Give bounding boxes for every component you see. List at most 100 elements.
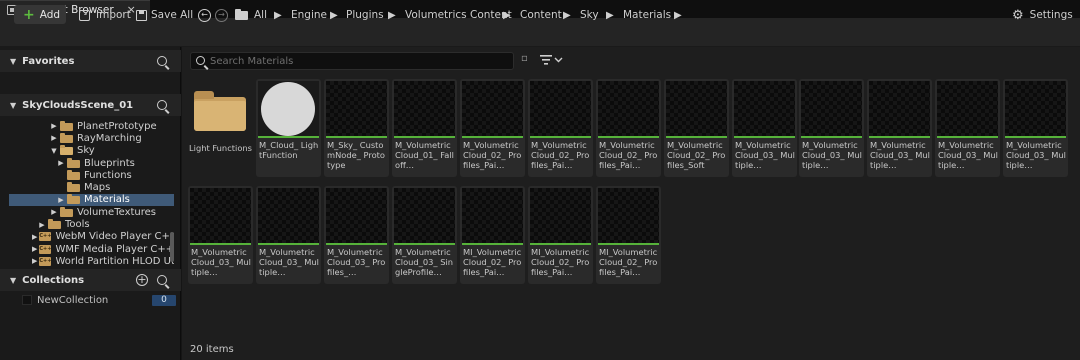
sources-panel: ▼ Favorites ▼ SkyCloudsScene_01 ▶ Planet… [0,47,181,360]
asset-tile-folder[interactable]: Light Functions [188,79,253,177]
tree-item-wmf-media-player[interactable]: ▶ C++ WMF Media Player C++ [9,243,174,255]
tree-item-blueprints[interactable]: ▶ Blueprints [9,157,174,169]
chevron-right-icon[interactable]: ▶ [330,8,338,22]
collection-checkbox[interactable] [22,295,32,305]
asset-type-bar [530,243,591,245]
asset-type-bar [666,136,727,138]
add-collection-icon[interactable]: + [136,274,148,286]
collections-header[interactable]: ▼ Collections [0,269,181,291]
chevron-right-icon[interactable]: ▶ [606,8,614,22]
folder-icon [67,169,80,180]
asset-type-bar [462,136,523,138]
forward-button[interactable]: → [215,8,228,22]
tree-item-volumetextures[interactable]: ▶ VolumeTextures [9,206,174,218]
asset-tile[interactable]: M_Sky_ CustomNode_ Prototype [324,79,389,177]
save-all-button[interactable]: Save All [136,8,193,22]
tree-item-label: Materials [84,194,130,206]
filter-icon [540,55,563,65]
scrollbar-thumb[interactable] [170,232,174,262]
import-button[interactable]: Import [79,8,131,22]
asset-tile[interactable]: M_Cloud_ LightFunction [256,79,321,177]
asset-tile[interactable]: M_Volumetric Cloud_03_ Multiple… [188,186,253,284]
folder-icon [60,120,73,131]
asset-name: M_Volumetric Cloud_03_ Multiple… [802,140,862,170]
tree-item-materials[interactable]: ▶ Materials [9,193,174,207]
chevron-right-icon[interactable]: ▶ [57,196,65,204]
search-icon[interactable] [157,275,167,285]
breadcrumb-materials[interactable]: Materials [623,8,671,22]
chevron-right-icon[interactable]: ▶ [38,221,46,229]
asset-name: M_Volumetric Cloud_03_ Multiple… [735,140,795,170]
favorites-header[interactable]: ▼ Favorites [0,50,181,72]
asset-tile[interactable]: M_Volumetric Cloud_03_ Multiple… [256,186,321,284]
asset-tile[interactable]: M_Volumetric Cloud_03_ Profiles_… [324,186,389,284]
chevron-right-icon[interactable]: ▶ [674,8,682,22]
breadcrumb-plugins[interactable]: Plugins [346,8,384,22]
tree-item-maps[interactable]: Maps [9,181,174,193]
breadcrumb-all[interactable]: All [254,8,267,22]
chevron-right-icon[interactable]: ▶ [503,8,511,22]
asset-tile[interactable]: M_Volumetric Cloud_03_ Multiple… [935,79,1000,177]
breadcrumb-sky[interactable]: Sky [580,8,599,22]
chevron-right-icon[interactable]: ▶ [32,245,37,253]
collection-item[interactable]: NewCollection 0 [0,293,181,307]
breadcrumb-volumetrics-content[interactable]: Volumetrics Content [405,8,512,22]
chevron-down-icon[interactable]: ▼ [50,147,58,155]
chevron-right-icon[interactable]: ▶ [32,233,37,241]
breadcrumb-content[interactable]: Content [520,8,562,22]
collapse-triangle-icon: ▼ [10,275,17,285]
chevron-right-icon[interactable]: ▶ [50,134,58,142]
add-button[interactable]: + Add [14,5,66,24]
asset-tile[interactable]: M_Volumetric Cloud_03_ Multiple… [1003,79,1068,177]
tree-item-functions[interactable]: Functions [9,169,174,181]
asset-thumbnail [598,81,659,136]
asset-tile[interactable]: M_Volumetric Cloud_01_ Falloff… [392,79,457,177]
filter-button[interactable] [540,54,564,66]
search-icon[interactable] [157,56,167,66]
asset-tile[interactable]: M_Volumetric Cloud_03_ Multiple… [732,79,797,177]
chevron-right-icon[interactable]: ▶ [32,257,37,265]
folder-root-button[interactable] [235,8,248,22]
chevron-right-icon[interactable]: ▶ [50,122,58,130]
search-box[interactable] [190,52,514,70]
back-button[interactable]: ← [198,8,211,22]
asset-name: M_Volumetric Cloud_02_ Profiles_Pai… [599,140,658,170]
asset-tile[interactable]: MI_Volumetric Cloud_02_ Profiles_Pai… [596,186,661,284]
asset-name: M_Volumetric Cloud_03_ SingleProfile… [395,247,454,277]
settings-button[interactable]: ⚙ Settings [1012,8,1073,23]
chevron-right-icon[interactable]: ▶ [563,8,571,22]
search-icon[interactable] [157,100,167,110]
chevron-right-icon[interactable]: ▶ [274,8,282,22]
asset-thumbnail [394,188,455,243]
tree-item-webm-video-player[interactable]: ▶ C++ WebM Video Player C++ [9,231,174,243]
chevron-right-icon[interactable]: ▶ [57,159,65,167]
asset-tile[interactable]: M_Volumetric Cloud_02_ Profiles_Soft [664,79,729,177]
asset-name: M_Volumetric Cloud_03_ Multiple… [259,247,319,277]
tree-item-world-partition-hlod[interactable]: ▶ C++ World Partition HLOD Ut [9,255,174,267]
settings-label: Settings [1029,9,1073,21]
asset-tile[interactable]: MI_Volumetric Cloud_02_ Profiles_Pai… [460,186,525,284]
tree-item-label: RayMarching [77,132,142,144]
asset-tile[interactable]: MI_Volumetric Cloud_02_ Profiles_Pai… [528,186,593,284]
sources-header[interactable]: ▼ SkyCloudsScene_01 [0,94,181,116]
tree-item-sky[interactable]: ▼ Sky [9,145,174,157]
breadcrumb-engine[interactable]: Engine [291,8,327,22]
chevron-right-icon[interactable]: ▶ [50,208,58,216]
asset-tile[interactable]: M_Volumetric Cloud_02_ Profiles_Pai… [596,79,661,177]
asset-thumbnail [530,81,591,136]
chevron-right-icon[interactable]: ▶ [388,8,396,22]
tree-item-raymarching[interactable]: ▶ RayMarching [9,132,174,144]
asset-type-bar [394,243,455,245]
tree-item-tools[interactable]: ▶ Tools [9,218,174,230]
asset-thumbnail [734,81,795,136]
search-input[interactable] [210,54,500,68]
tree-item-planetprototype[interactable]: ▶ PlanetPrototype [9,120,174,132]
asset-tile[interactable]: M_Volumetric Cloud_02_ Profiles_Pai… [528,79,593,177]
asset-thumbnail [801,81,862,136]
asset-tile[interactable]: M_Volumetric Cloud_02_ Profiles_Pai… [460,79,525,177]
save-search-icon[interactable]: ▫ [521,53,531,65]
asset-tile[interactable]: M_Volumetric Cloud_03_ Multiple… [799,79,864,177]
asset-tile[interactable]: M_Volumetric Cloud_03_ SingleProfile… [392,186,457,284]
folder-icon [60,132,73,143]
asset-tile[interactable]: M_Volumetric Cloud_03_ Multiple… [867,79,932,177]
